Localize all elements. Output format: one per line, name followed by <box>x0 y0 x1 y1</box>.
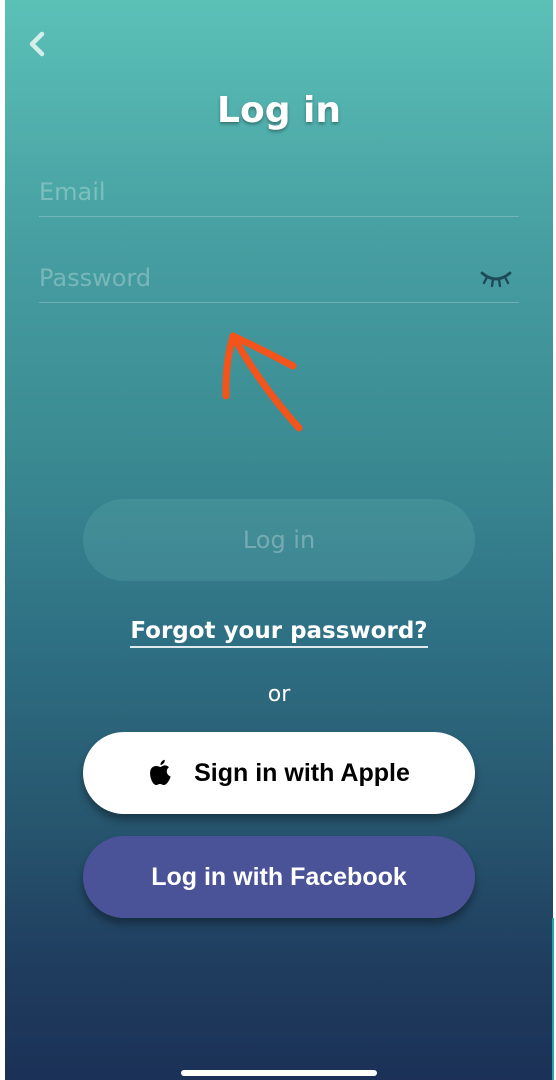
edge-divider <box>552 918 554 1080</box>
apple-button-label: Sign in with Apple <box>194 758 410 787</box>
sign-in-with-apple-button[interactable]: Sign in with Apple <box>83 732 475 814</box>
page-title: Log in <box>217 90 341 131</box>
email-input[interactable] <box>39 172 459 212</box>
login-screen: Log in Log in Forgot your password? or S… <box>5 0 553 1080</box>
home-indicator <box>181 1070 377 1076</box>
password-input[interactable] <box>39 258 459 298</box>
forgot-password-link[interactable]: Forgot your password? <box>5 618 553 648</box>
back-button[interactable] <box>19 26 55 62</box>
eye-closed-icon[interactable] <box>479 264 513 290</box>
facebook-button-label: Log in with Facebook <box>151 862 407 891</box>
apple-icon <box>150 759 171 785</box>
chevron-left-icon <box>29 31 45 57</box>
or-divider-label: or <box>267 682 291 707</box>
annotation-arrow-icon <box>222 332 303 432</box>
login-button[interactable]: Log in <box>83 499 475 581</box>
forgot-password-label: Forgot your password? <box>130 618 428 648</box>
log-in-with-facebook-button[interactable]: Log in with Facebook <box>83 836 475 918</box>
email-field <box>39 172 519 217</box>
password-field <box>39 258 519 303</box>
